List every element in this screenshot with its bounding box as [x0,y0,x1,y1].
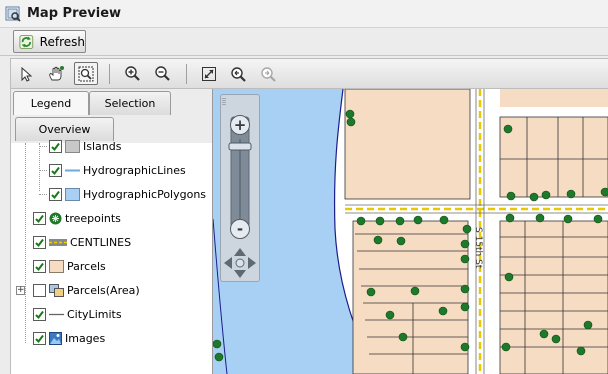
parcel-block [500,117,608,197]
layer-row-treepoints[interactable]: treepoints [33,209,121,227]
layer-row-hydrographic-lines[interactable]: HydrographicLines [49,161,186,179]
layer-row-parcels-area[interactable]: Parcels(Area) [33,281,140,299]
title-bar: Map Preview [0,0,608,27]
zoom-out-icon [155,65,170,81]
previous-extent-icon [231,66,246,82]
layer-row-islands[interactable]: Islands [49,137,121,155]
parcel-block [500,221,608,374]
full-extent-button[interactable] [197,62,221,85]
dashed-road-symbol-icon [49,236,67,249]
layer-label: Parcels [67,259,106,273]
toolbar-separator [109,64,110,84]
expand-parcels-area-toggle[interactable]: + [16,286,25,295]
layer-label: HydrographicPolygons [83,187,207,201]
select-tool-button[interactable] [14,62,38,85]
layer-checkbox[interactable] [49,139,62,153]
map-preview-icon [5,6,21,22]
layer-checkbox[interactable] [49,187,62,201]
parcel-block [500,89,608,107]
gray-box-symbol-icon [65,139,80,153]
parcel-block [353,221,468,374]
pan-right-arrow-icon [248,257,256,269]
pan-down-arrow-icon [234,270,246,278]
layer-label: HydrographicLines [83,163,186,177]
layer-checkbox[interactable] [33,235,46,249]
pan-arrows[interactable] [222,247,258,279]
zoom-out-nav-button[interactable]: - [230,219,250,239]
tab-selection[interactable]: Selection [89,91,171,115]
pan-tool-button[interactable] [44,62,68,85]
refresh-icon [19,34,34,49]
tan-box-symbol-icon [49,259,64,273]
layer-label: Parcels(Area) [67,283,140,297]
tree-symbol-icon [49,212,62,225]
multi-box-symbol-icon [49,283,64,297]
zoom-window-tool-button[interactable] [74,62,98,85]
blue-line-symbol-icon [65,164,80,177]
image-symbol-icon [49,331,62,345]
layer-row-centlines[interactable]: CENTLINES [33,233,131,251]
refresh-button[interactable]: Refresh [13,30,86,53]
tree-connector [39,146,47,147]
layer-checkbox[interactable] [33,259,46,273]
layer-label: CENTLINES [70,235,132,249]
layer-row-parcels[interactable]: Parcels [33,257,106,275]
layer-row-city-limits[interactable]: CityLimits [33,305,122,323]
layer-row-images[interactable]: Images [33,329,105,347]
zoom-window-icon [78,66,94,81]
map-drawing: S 15th St [213,89,608,374]
layer-row-hydrographic-polygons[interactable]: HydrographicPolygons [49,185,206,203]
refresh-label: Refresh [39,34,85,49]
tree-connector [39,143,40,191]
street-label: S 15th St [473,227,483,269]
legend-panel: Legend Selection Overview + Islands Hydr… [10,89,213,374]
map-canvas[interactable]: S 15th St [213,89,608,374]
tab-legend[interactable]: Legend [13,91,89,115]
zoom-in-nav-button[interactable]: + [230,115,250,135]
pan-left-arrow-icon [224,257,232,269]
layer-label: treepoints [65,211,121,225]
main-toolbar: Refresh [0,27,608,56]
next-extent-icon [261,66,276,82]
map-tools-toolbar [10,58,608,89]
gray-line-symbol-icon [49,308,64,321]
blue-box-symbol-icon [65,187,80,201]
previous-extent-button[interactable] [226,62,250,85]
pan-hand-icon [49,65,64,80]
panel-tabs: Legend Selection Overview [11,89,212,143]
layer-checkbox[interactable] [33,211,46,225]
select-arrow-icon [21,66,33,82]
layer-tree: + Islands HydrographicLines Hydrographic… [11,139,212,374]
road [500,107,608,117]
map-navigation-control: + - [220,94,260,282]
full-extent-icon [202,66,216,81]
layer-checkbox[interactable] [49,163,62,177]
tree-connector [39,170,47,171]
layer-label: Images [65,331,106,345]
layer-checkbox[interactable] [33,307,46,321]
layer-checkbox[interactable] [33,331,46,345]
tree-connector [25,143,26,343]
zoom-in-button[interactable] [121,62,145,85]
parcel-block [345,89,470,199]
layer-checkbox[interactable] [33,283,46,297]
zoom-in-icon [125,65,140,81]
layer-label: Islands [83,139,122,153]
zoom-slider-handle[interactable] [228,142,252,151]
zoom-out-button[interactable] [151,62,175,85]
next-extent-button[interactable] [256,62,280,85]
tree-connector [39,194,47,195]
window-title: Map Preview [27,6,122,21]
toolbar-separator [186,64,187,84]
pan-up-arrow-icon [234,248,246,256]
layer-label: CityLimits [67,307,122,321]
